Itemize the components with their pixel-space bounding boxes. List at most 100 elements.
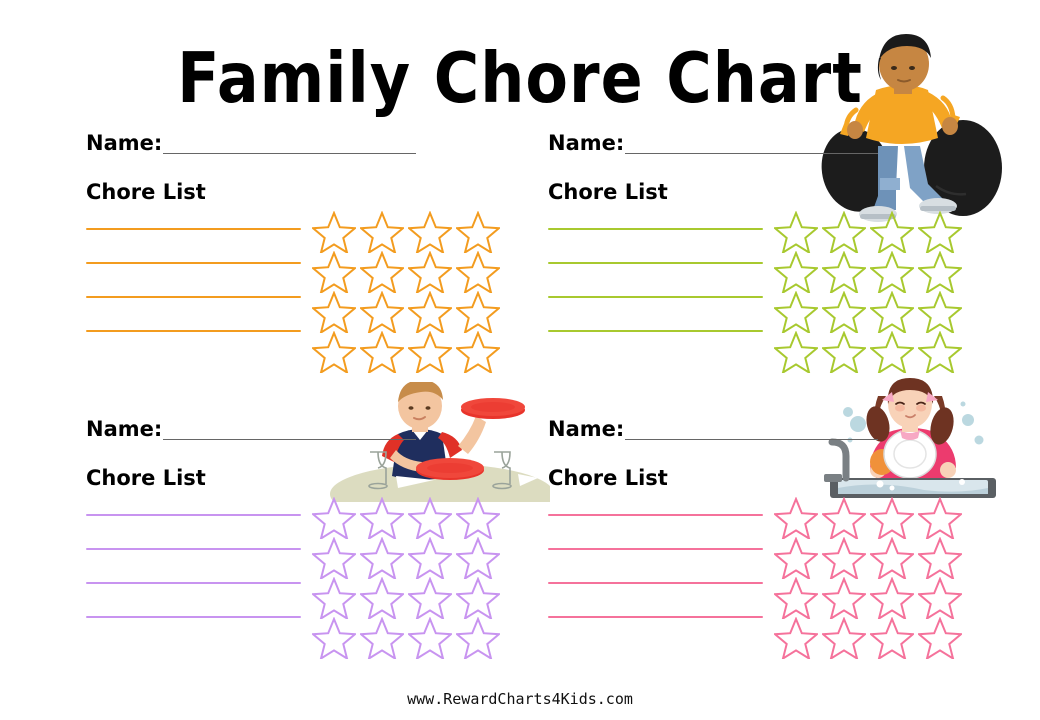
chore-list-heading: Chore List [86, 466, 206, 490]
star-cell[interactable] [360, 577, 404, 619]
chore-write-line[interactable] [86, 262, 301, 264]
star-cell[interactable] [918, 537, 962, 579]
star-cell[interactable] [918, 251, 962, 293]
star-cell[interactable] [408, 251, 452, 293]
star-cell[interactable] [408, 617, 452, 659]
chore-write-line[interactable] [86, 296, 301, 298]
star-cell[interactable] [822, 537, 866, 579]
star-cell[interactable] [456, 291, 500, 333]
star-outline-icon [774, 251, 818, 293]
star-cell[interactable] [774, 537, 818, 579]
star-outline-icon [360, 331, 404, 373]
name-input-blank[interactable] [625, 135, 878, 154]
star-cell[interactable] [360, 497, 404, 539]
star-cell[interactable] [774, 497, 818, 539]
chore-write-line[interactable] [548, 262, 763, 264]
chore-write-line[interactable] [86, 514, 301, 516]
star-cell[interactable] [360, 617, 404, 659]
star-cell[interactable] [822, 617, 866, 659]
star-cell[interactable] [774, 617, 818, 659]
star-cell[interactable] [456, 617, 500, 659]
star-cell[interactable] [312, 331, 356, 373]
star-cell[interactable] [360, 291, 404, 333]
star-cell[interactable] [822, 497, 866, 539]
star-cell[interactable] [312, 577, 356, 619]
star-cell[interactable] [870, 211, 914, 253]
name-input-blank[interactable] [163, 135, 416, 154]
star-outline-icon [360, 577, 404, 619]
star-cell[interactable] [870, 617, 914, 659]
star-cell[interactable] [408, 331, 452, 373]
star-cell[interactable] [456, 251, 500, 293]
star-outline-icon [456, 617, 500, 659]
star-cell[interactable] [870, 251, 914, 293]
star-outline-icon [360, 251, 404, 293]
star-cell[interactable] [456, 331, 500, 373]
chore-write-line[interactable] [548, 228, 763, 230]
star-cell[interactable] [774, 291, 818, 333]
star-cell[interactable] [870, 577, 914, 619]
star-cell[interactable] [456, 577, 500, 619]
chore-write-line[interactable] [86, 548, 301, 550]
star-cell[interactable] [774, 331, 818, 373]
star-outline-icon [312, 211, 356, 253]
chore-write-line[interactable] [548, 616, 763, 618]
star-cell[interactable] [822, 577, 866, 619]
star-outline-icon [774, 617, 818, 659]
star-cell[interactable] [918, 497, 962, 539]
star-cell[interactable] [408, 577, 452, 619]
star-cell[interactable] [360, 251, 404, 293]
star-cell[interactable] [774, 251, 818, 293]
star-cell[interactable] [918, 211, 962, 253]
star-outline-icon [360, 617, 404, 659]
chore-write-line[interactable] [548, 296, 763, 298]
star-cell[interactable] [312, 251, 356, 293]
star-cell[interactable] [822, 331, 866, 373]
star-cell[interactable] [774, 211, 818, 253]
star-cell[interactable] [312, 617, 356, 659]
star-cell[interactable] [456, 497, 500, 539]
star-cell[interactable] [456, 537, 500, 579]
star-cell[interactable] [918, 577, 962, 619]
chore-write-line[interactable] [86, 582, 301, 584]
chore-lines [86, 228, 301, 364]
star-cell[interactable] [774, 577, 818, 619]
star-cell[interactable] [360, 211, 404, 253]
star-cell[interactable] [870, 291, 914, 333]
star-cell[interactable] [408, 291, 452, 333]
star-cell[interactable] [456, 211, 500, 253]
star-cell[interactable] [870, 331, 914, 373]
star-cell[interactable] [312, 497, 356, 539]
star-cell[interactable] [360, 537, 404, 579]
star-cell[interactable] [822, 291, 866, 333]
chore-write-line[interactable] [86, 330, 301, 332]
star-cell[interactable] [822, 211, 866, 253]
star-cell[interactable] [312, 291, 356, 333]
star-outline-icon [870, 497, 914, 539]
star-cell[interactable] [408, 537, 452, 579]
chore-write-line[interactable] [548, 548, 763, 550]
chore-write-line[interactable] [548, 582, 763, 584]
star-cell[interactable] [870, 537, 914, 579]
star-cell[interactable] [918, 617, 962, 659]
star-cell[interactable] [312, 537, 356, 579]
star-cell[interactable] [312, 211, 356, 253]
star-outline-icon [822, 497, 866, 539]
name-input-blank[interactable] [163, 421, 416, 440]
chore-write-line[interactable] [548, 330, 763, 332]
star-cell[interactable] [408, 211, 452, 253]
star-grid [772, 211, 964, 373]
star-cell[interactable] [918, 331, 962, 373]
star-outline-icon [408, 211, 452, 253]
star-cell[interactable] [360, 331, 404, 373]
star-cell[interactable] [918, 291, 962, 333]
star-outline-icon [822, 617, 866, 659]
name-input-blank[interactable] [625, 421, 878, 440]
name-label: Name: [548, 417, 625, 441]
chore-write-line[interactable] [86, 228, 301, 230]
star-cell[interactable] [822, 251, 866, 293]
chore-write-line[interactable] [548, 514, 763, 516]
star-cell[interactable] [870, 497, 914, 539]
chore-write-line[interactable] [86, 616, 301, 618]
star-cell[interactable] [408, 497, 452, 539]
